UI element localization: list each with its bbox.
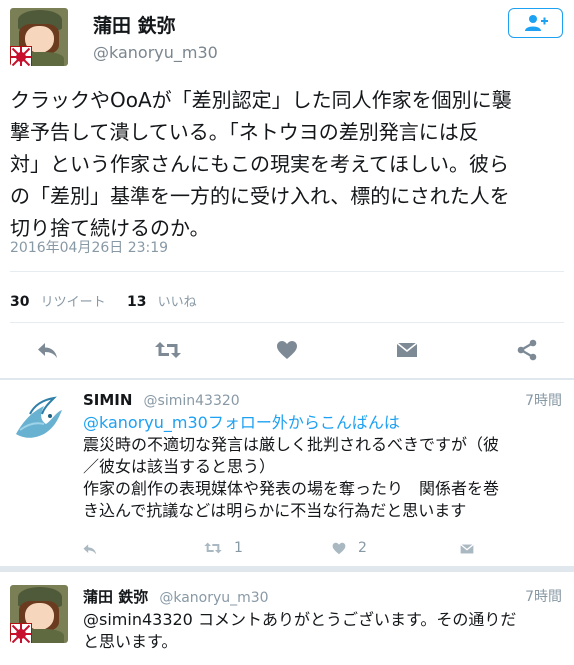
like-label: いいね xyxy=(157,295,197,310)
reply-text-line: 震災時の不適切な発言は厳しく批判されるべきですが（彼 xyxy=(83,435,500,454)
tweet-text-line: 撃予告して潰している。「ネトウヨの差別発言には反 xyxy=(10,120,479,144)
reply-text-line: @simin43320 コメントありがとうございます。その通りだ xyxy=(83,610,517,629)
tweet-text: クラックやOoAが「差別認定」した同人作家を個別に襲 撃予告して潰している。「ネ… xyxy=(10,84,570,244)
envelope-icon xyxy=(460,544,474,554)
reply-time: 7時間 xyxy=(525,589,562,605)
heart-icon xyxy=(332,542,346,554)
retweet-label: リツイート xyxy=(40,295,106,310)
tweet-timestamp: 2016年04月26日 23:19 xyxy=(10,240,169,256)
reply-item[interactable]: 蒲田 鉄弥 @kanoryu_m30 7時間 @simin43320 コメントあ… xyxy=(0,572,574,665)
tweet-text-line: 対」という作家さんにもこの現実を考えてほしい。彼ら xyxy=(10,152,509,176)
reply-author-name[interactable]: 蒲田 鉄弥 xyxy=(83,588,148,606)
author-name[interactable]: 蒲田 鉄弥 xyxy=(93,11,176,38)
reply-text-line: ／彼女は該当すると思う） xyxy=(83,457,276,476)
tweet-text-line: の「差別」基準を一方的に受け入れ、標的にされた人を xyxy=(10,184,510,208)
reply-text-line: @kanoryu_m30フォロー外からこんばんは xyxy=(83,413,400,432)
reply-text-line: 作家の創作の表現媒体や発表の場を奪ったり 関係者を巻 xyxy=(83,479,500,498)
rising-sun-flag-icon xyxy=(10,623,32,643)
reply-author-name[interactable]: SIMIN xyxy=(83,391,132,409)
reply-text-line: と思います。 xyxy=(83,632,178,651)
retweet-button[interactable] xyxy=(151,337,185,363)
share-icon xyxy=(517,339,537,361)
rising-sun-flag-icon xyxy=(10,46,32,66)
reply-dm-button[interactable] xyxy=(456,540,478,558)
reply-like-count: 2 xyxy=(358,540,367,556)
reply-retweet-count: 1 xyxy=(234,540,243,556)
reply-avatar[interactable] xyxy=(10,390,68,448)
retweet-stats[interactable]: 30 リツイート xyxy=(10,291,106,310)
share-button[interactable] xyxy=(510,337,544,363)
follow-button[interactable] xyxy=(508,8,563,38)
reply-button[interactable] xyxy=(30,337,64,363)
dragon-avatar-icon xyxy=(16,396,62,438)
retweet-icon xyxy=(204,542,222,554)
like-count: 13 xyxy=(127,294,147,310)
divider xyxy=(10,271,564,272)
reply-author-handle[interactable]: @kanoryu_m30 xyxy=(159,590,268,606)
reply-text: @kanoryu_m30フォロー外からこんばんは 震災時の不適切な発言は厳しく批… xyxy=(83,412,567,522)
retweet-count: 30 xyxy=(10,294,30,310)
author-avatar[interactable] xyxy=(10,8,68,66)
reply-text: @simin43320 コメントありがとうございます。その通りだ と思います。 xyxy=(83,609,567,653)
reply-item[interactable]: SIMIN @simin43320 7時間 @kanoryu_m30フォロー外か… xyxy=(0,380,574,565)
heart-icon xyxy=(277,341,297,359)
reply-reply-button[interactable] xyxy=(78,540,100,558)
reply-icon xyxy=(38,343,57,358)
retweet-icon xyxy=(155,342,181,358)
reply-text-line: き込んで抗議などは明らかに不当な行為だと思います xyxy=(83,501,467,520)
add-user-icon xyxy=(524,15,548,31)
reply-icon xyxy=(83,544,96,555)
reply-retweet-button[interactable]: 1 xyxy=(204,540,243,556)
like-stats[interactable]: 13 いいね xyxy=(127,291,197,310)
like-button[interactable] xyxy=(270,337,304,363)
divider xyxy=(10,322,564,323)
envelope-icon xyxy=(396,342,418,357)
direct-message-button[interactable] xyxy=(390,337,424,363)
reply-author-handle[interactable]: @simin43320 xyxy=(144,393,240,409)
reply-time: 7時間 xyxy=(525,393,562,409)
reply-like-button[interactable]: 2 xyxy=(332,540,367,556)
reply-avatar[interactable] xyxy=(10,585,68,643)
tweet-text-line: クラックやOoAが「差別認定」した同人作家を個別に襲 xyxy=(10,88,512,112)
author-handle[interactable]: @kanoryu_m30 xyxy=(93,43,218,62)
